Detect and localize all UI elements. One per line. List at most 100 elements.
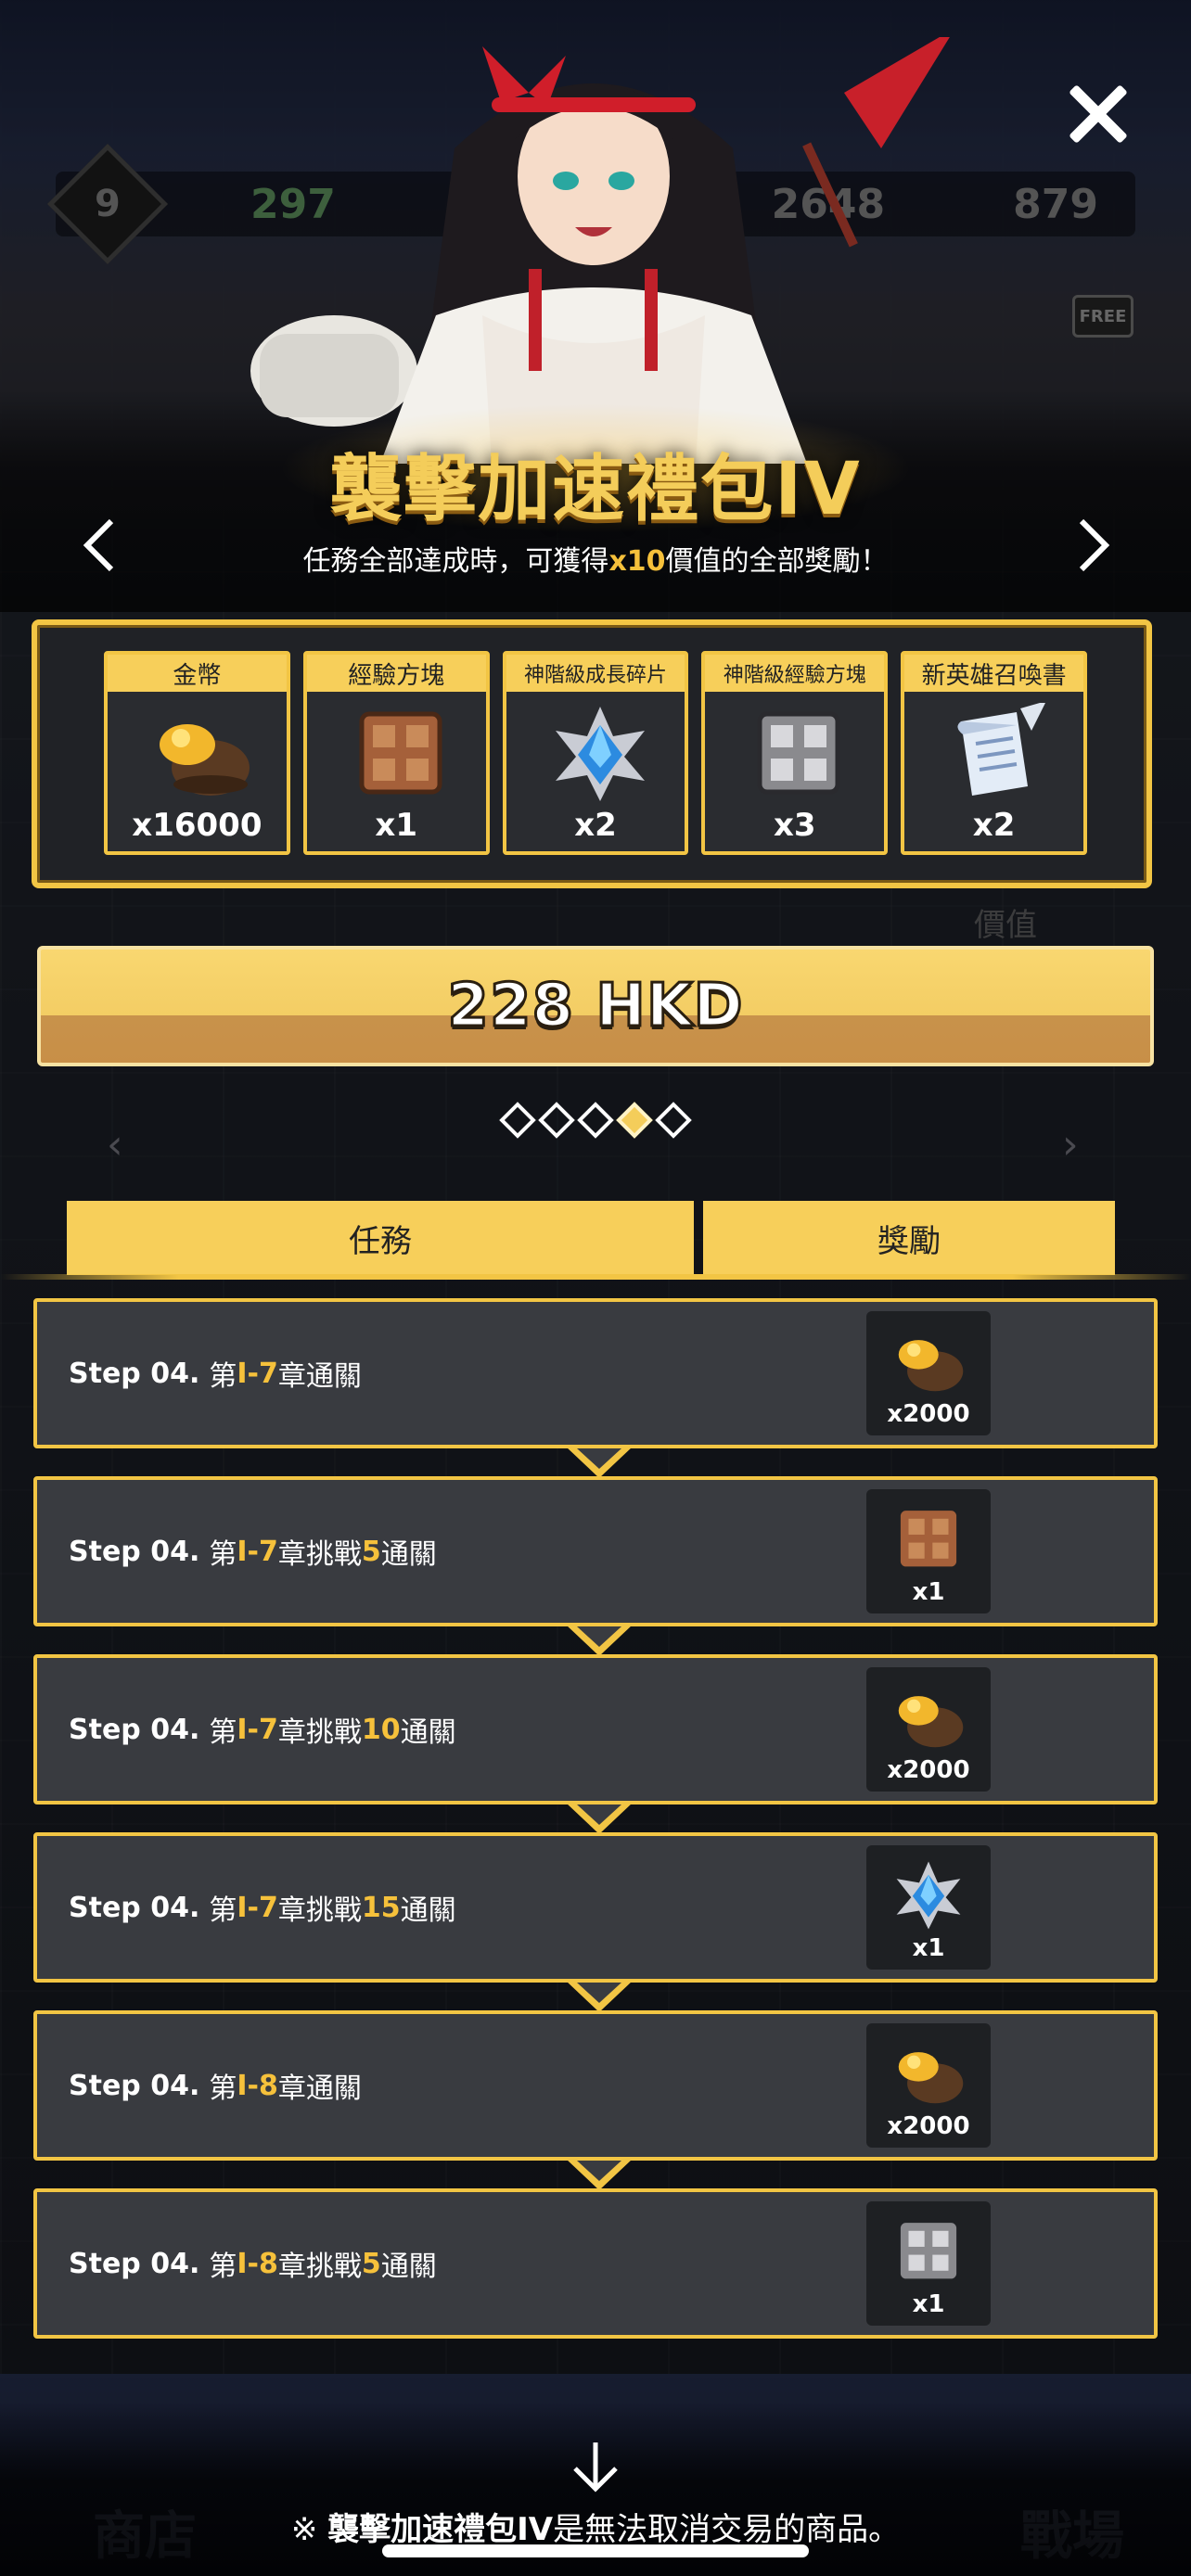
pack-title: 襲擊加速禮包IV bbox=[329, 448, 862, 531]
task-text-mid: 章通關 bbox=[277, 2072, 362, 2105]
task-reward-slot[interactable]: x1 bbox=[866, 1845, 991, 1970]
home-indicator[interactable] bbox=[382, 2544, 809, 2557]
task-chapter: I-7 bbox=[237, 1357, 278, 1390]
task-row: Step 04. 第 I-8 章通關 x2000 bbox=[33, 2010, 1158, 2190]
gold-pouch-icon bbox=[898, 1696, 964, 1748]
task-list: Step 04. 第 I-7 章通關 x2000 Step 04. 第 I-7 章挑戰 5 通關… bbox=[33, 1298, 1158, 2366]
task-chapter: I-8 bbox=[237, 2069, 278, 2102]
task-reward-qty: x1 bbox=[912, 1578, 945, 1606]
task-chapter: I-7 bbox=[237, 1535, 278, 1568]
chevron-right-icon bbox=[1079, 518, 1110, 572]
task-text-pre: 第 bbox=[209, 2072, 237, 2105]
background-chevron-left-icon: ‹ bbox=[107, 1121, 123, 1168]
task-text-mid: 章挑戰 bbox=[277, 1894, 362, 1927]
reward-qty: x3 bbox=[773, 807, 816, 844]
non-refundable-notice: ※ 襲擊加速禮包IV是無法取消交易的商品。 bbox=[0, 2504, 1191, 2549]
price-label: 228 HKD bbox=[446, 971, 744, 1042]
task-description: Step 04. 第 I-7 章挑戰 5 通關 bbox=[69, 1480, 437, 1623]
prev-pack-button[interactable] bbox=[82, 517, 119, 573]
task-count: 5 bbox=[361, 2247, 381, 2280]
arrow-down-icon bbox=[573, 2442, 618, 2493]
reward-name: 經驗方塊 bbox=[306, 655, 486, 692]
task-description: Step 04. 第 I-7 章挑戰 10 通關 bbox=[69, 1658, 456, 1801]
task-description: Step 04. 第 I-7 章通關 bbox=[69, 1302, 362, 1445]
divine-exp-cube-icon bbox=[743, 703, 854, 805]
background-chevron-right-icon: › bbox=[1062, 1121, 1079, 1168]
reward-card-gold[interactable]: 金幣 x16000 bbox=[104, 651, 290, 855]
task-count: 5 bbox=[361, 1535, 381, 1568]
chevron-left-icon bbox=[83, 518, 114, 572]
task-text-mid: 章挑戰 bbox=[277, 1538, 362, 1571]
task-reward-qty: x1 bbox=[912, 2290, 945, 2318]
task-text-mid: 章挑戰 bbox=[277, 2251, 362, 2283]
task-step: Step 04. bbox=[69, 2247, 200, 2280]
close-icon[interactable] bbox=[1065, 82, 1130, 147]
task-reward-slot[interactable]: x2000 bbox=[866, 1311, 991, 1435]
reward-name: 神階級經驗方塊 bbox=[705, 655, 885, 692]
task-row: Step 04. 第 I-7 章通關 x2000 bbox=[33, 1298, 1158, 1478]
task-text-post: 通關 bbox=[380, 2251, 437, 2283]
reward-card-growth-shard[interactable]: 神階級成長碎片 x2 bbox=[502, 651, 689, 855]
subtitle-multiplier: x10 bbox=[608, 545, 666, 578]
exp-cube-icon bbox=[900, 1511, 957, 1567]
task-row: Step 04. 第 I-8 章挑戰 5 通關 x1 bbox=[33, 2188, 1158, 2339]
pack-subtitle: 任務全部達成時，可獲得x10價值的全部獎勵！ bbox=[0, 538, 1191, 579]
subtitle-pre: 任務全部達成時，可獲得 bbox=[302, 545, 609, 578]
task-text-pre: 第 bbox=[209, 2251, 237, 2283]
task-reward-qty: x2000 bbox=[887, 2112, 970, 2140]
task-text-pre: 第 bbox=[209, 1360, 237, 1393]
reward-card-exp-cube[interactable]: 經驗方塊 x1 bbox=[302, 651, 490, 855]
divine-exp-cube-icon bbox=[900, 2223, 957, 2279]
reward-qty: x2 bbox=[972, 807, 1016, 844]
task-reward-slot[interactable]: x1 bbox=[866, 2201, 991, 2326]
task-text-post: 通關 bbox=[400, 1716, 456, 1749]
growth-shard-icon bbox=[896, 1861, 961, 1930]
subtitle-post: 價值的全部獎勵！ bbox=[665, 545, 889, 578]
reward-card-divine-exp-cube[interactable]: 神階級經驗方塊 x3 bbox=[701, 651, 889, 855]
task-row: Step 04. 第 I-7 章挑戰 10 通關 x2000 bbox=[33, 1654, 1158, 1834]
pager-dot[interactable] bbox=[538, 1102, 575, 1139]
exp-cube-icon bbox=[345, 703, 456, 805]
task-reward-slot[interactable]: x2000 bbox=[866, 2023, 991, 2148]
task-description: Step 04. 第 I-8 章挑戰 5 通關 bbox=[69, 2192, 437, 2335]
task-text-pre: 第 bbox=[209, 1894, 237, 1927]
task-step: Step 04. bbox=[69, 1713, 200, 1746]
task-row: Step 04. 第 I-7 章挑戰 5 通關 x1 bbox=[33, 1476, 1158, 1656]
task-reward-qty: x2000 bbox=[887, 1400, 970, 1428]
reward-card-summon-scroll[interactable]: 新英雄召喚書 x2 bbox=[901, 651, 1087, 855]
task-text-mid: 章挑戰 bbox=[277, 1716, 362, 1749]
tab-rewards[interactable]: 獎勵 bbox=[703, 1201, 1115, 1275]
task-chapter: I-7 bbox=[237, 1713, 278, 1746]
reward-name: 新英雄召喚書 bbox=[904, 655, 1083, 692]
task-count: 15 bbox=[361, 1891, 401, 1924]
task-tabs: 任務 獎勵 bbox=[67, 1201, 1124, 1275]
notice-prefix: ※ bbox=[290, 2511, 328, 2548]
pager-dot[interactable] bbox=[499, 1102, 536, 1139]
pager-dot[interactable] bbox=[655, 1102, 692, 1139]
pager-dot[interactable] bbox=[577, 1102, 614, 1139]
task-reward-qty: x1 bbox=[912, 1934, 945, 1962]
task-text-mid: 章通關 bbox=[277, 1360, 362, 1393]
task-step: Step 04. bbox=[69, 1357, 200, 1390]
purchase-button[interactable]: 228 HKD bbox=[37, 946, 1154, 1066]
tab-missions[interactable]: 任務 bbox=[67, 1201, 694, 1275]
gold-pouch-icon bbox=[898, 2052, 964, 2104]
task-reward-slot[interactable]: x2000 bbox=[866, 1667, 991, 1792]
tabs-divider bbox=[0, 1274, 1191, 1280]
task-step: Step 04. bbox=[69, 1891, 200, 1924]
reward-name: 神階級成長碎片 bbox=[506, 655, 685, 692]
summon-scroll-icon bbox=[942, 701, 1054, 805]
pager-dot-active[interactable] bbox=[616, 1102, 653, 1139]
task-text-post: 通關 bbox=[400, 1894, 456, 1927]
task-text-pre: 第 bbox=[209, 1538, 237, 1571]
next-pack-button[interactable] bbox=[1074, 517, 1111, 573]
task-row: Step 04. 第 I-7 章挑戰 15 通關 x1 bbox=[33, 1832, 1158, 2012]
task-text-post: 通關 bbox=[380, 1538, 437, 1571]
notice-text: 是無法取消交易的商品。 bbox=[553, 2511, 901, 2548]
scroll-down-button[interactable] bbox=[568, 2439, 623, 2494]
reward-list: 金幣 x16000 經驗方塊 x1 神階級成長碎片 x2 神階級經驗方塊 x3 … bbox=[104, 651, 1087, 855]
task-text-pre: 第 bbox=[209, 1716, 237, 1749]
growth-shard-icon bbox=[544, 703, 656, 805]
task-reward-slot[interactable]: x1 bbox=[866, 1489, 991, 1613]
task-count: 10 bbox=[361, 1713, 401, 1746]
